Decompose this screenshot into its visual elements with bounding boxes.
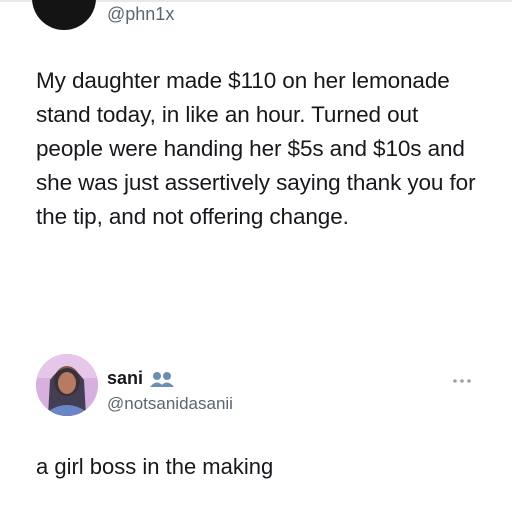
reply-handle[interactable]: @notsanidasanii (107, 394, 233, 414)
reply-avatar[interactable] (36, 354, 98, 416)
avatar[interactable] (32, 0, 96, 30)
tweet-handle[interactable]: @phn1x (107, 4, 174, 25)
reply-tweet: sani @notsanidasanii a girl boss in the … (0, 350, 512, 500)
reply-name-row: sani (107, 368, 175, 389)
original-tweet: @phn1x My daughter made $110 on her lemo… (0, 0, 512, 320)
reply-text: a girl boss in the making (36, 454, 274, 479)
group-icon (149, 370, 175, 388)
more-options-icon[interactable] (452, 372, 472, 383)
profile-photo-icon (36, 354, 98, 416)
tweet-text: My daughter made $110 on her lemonade st… (36, 68, 476, 229)
reply-name[interactable]: sani (107, 368, 143, 389)
